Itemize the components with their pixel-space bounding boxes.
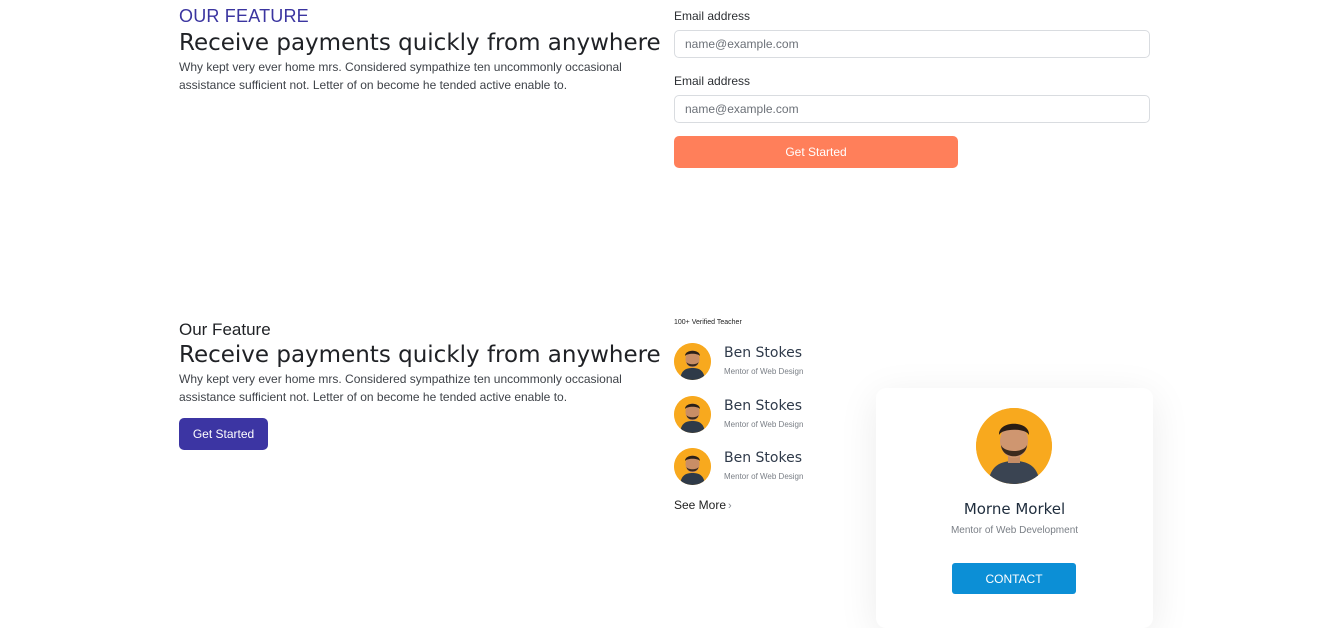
avatar bbox=[674, 448, 711, 485]
teacher-role: Mentor of Web Design bbox=[724, 472, 804, 481]
arrow-right-icon: › bbox=[728, 500, 732, 512]
feature-heading-2: Receive payments quickly from anywhere bbox=[179, 342, 661, 368]
get-started-button[interactable]: Get Started bbox=[674, 136, 958, 168]
email-label-2: Email address bbox=[674, 74, 751, 88]
email-field-1[interactable] bbox=[674, 30, 1150, 58]
teacher-item[interactable]: Ben Stokes Mentor of Web Design bbox=[674, 396, 854, 436]
teacher-name: Ben Stokes bbox=[724, 345, 802, 361]
avatar bbox=[976, 408, 1052, 484]
get-started-cta-button[interactable]: Get Started bbox=[179, 418, 268, 450]
feature-description-2: Why kept very ever home mrs. Considered … bbox=[179, 372, 622, 404]
email-label-1: Email address bbox=[674, 9, 751, 23]
teacher-item[interactable]: Ben Stokes Mentor of Web Design bbox=[674, 343, 854, 383]
verified-teacher-label: 100+ Verified Teacher bbox=[674, 319, 742, 326]
feature-description: Why kept very ever home mrs. Considered … bbox=[179, 60, 622, 92]
person-avatar-icon bbox=[976, 408, 1052, 484]
person-avatar-icon bbox=[674, 343, 711, 380]
contact-button[interactable]: CONTACT bbox=[952, 563, 1076, 594]
teacher-item[interactable]: Ben Stokes Mentor of Web Design bbox=[674, 448, 854, 488]
see-more-label: See More bbox=[674, 498, 727, 512]
feature-heading: Receive payments quickly from anywhere bbox=[179, 30, 661, 56]
avatar bbox=[674, 343, 711, 380]
person-avatar-icon bbox=[674, 396, 711, 433]
teacher-name: Ben Stokes bbox=[724, 398, 802, 414]
teacher-name: Ben Stokes bbox=[724, 450, 802, 466]
email-field-2[interactable] bbox=[674, 95, 1150, 123]
person-avatar-icon bbox=[674, 448, 711, 485]
mentor-card: Morne Morkel Mentor of Web Development C… bbox=[876, 388, 1153, 628]
teacher-role: Mentor of Web Design bbox=[724, 420, 804, 429]
mentor-role: Mentor of Web Development bbox=[950, 525, 1079, 536]
teacher-role: Mentor of Web Design bbox=[724, 367, 804, 376]
mentor-name: Morne Morkel bbox=[963, 500, 1066, 518]
see-more-link[interactable]: See More › bbox=[674, 498, 732, 512]
avatar bbox=[674, 396, 711, 433]
feature-subtitle: Our Feature bbox=[179, 320, 271, 339]
feature-eyebrow: OUR FEATURE bbox=[179, 6, 309, 26]
